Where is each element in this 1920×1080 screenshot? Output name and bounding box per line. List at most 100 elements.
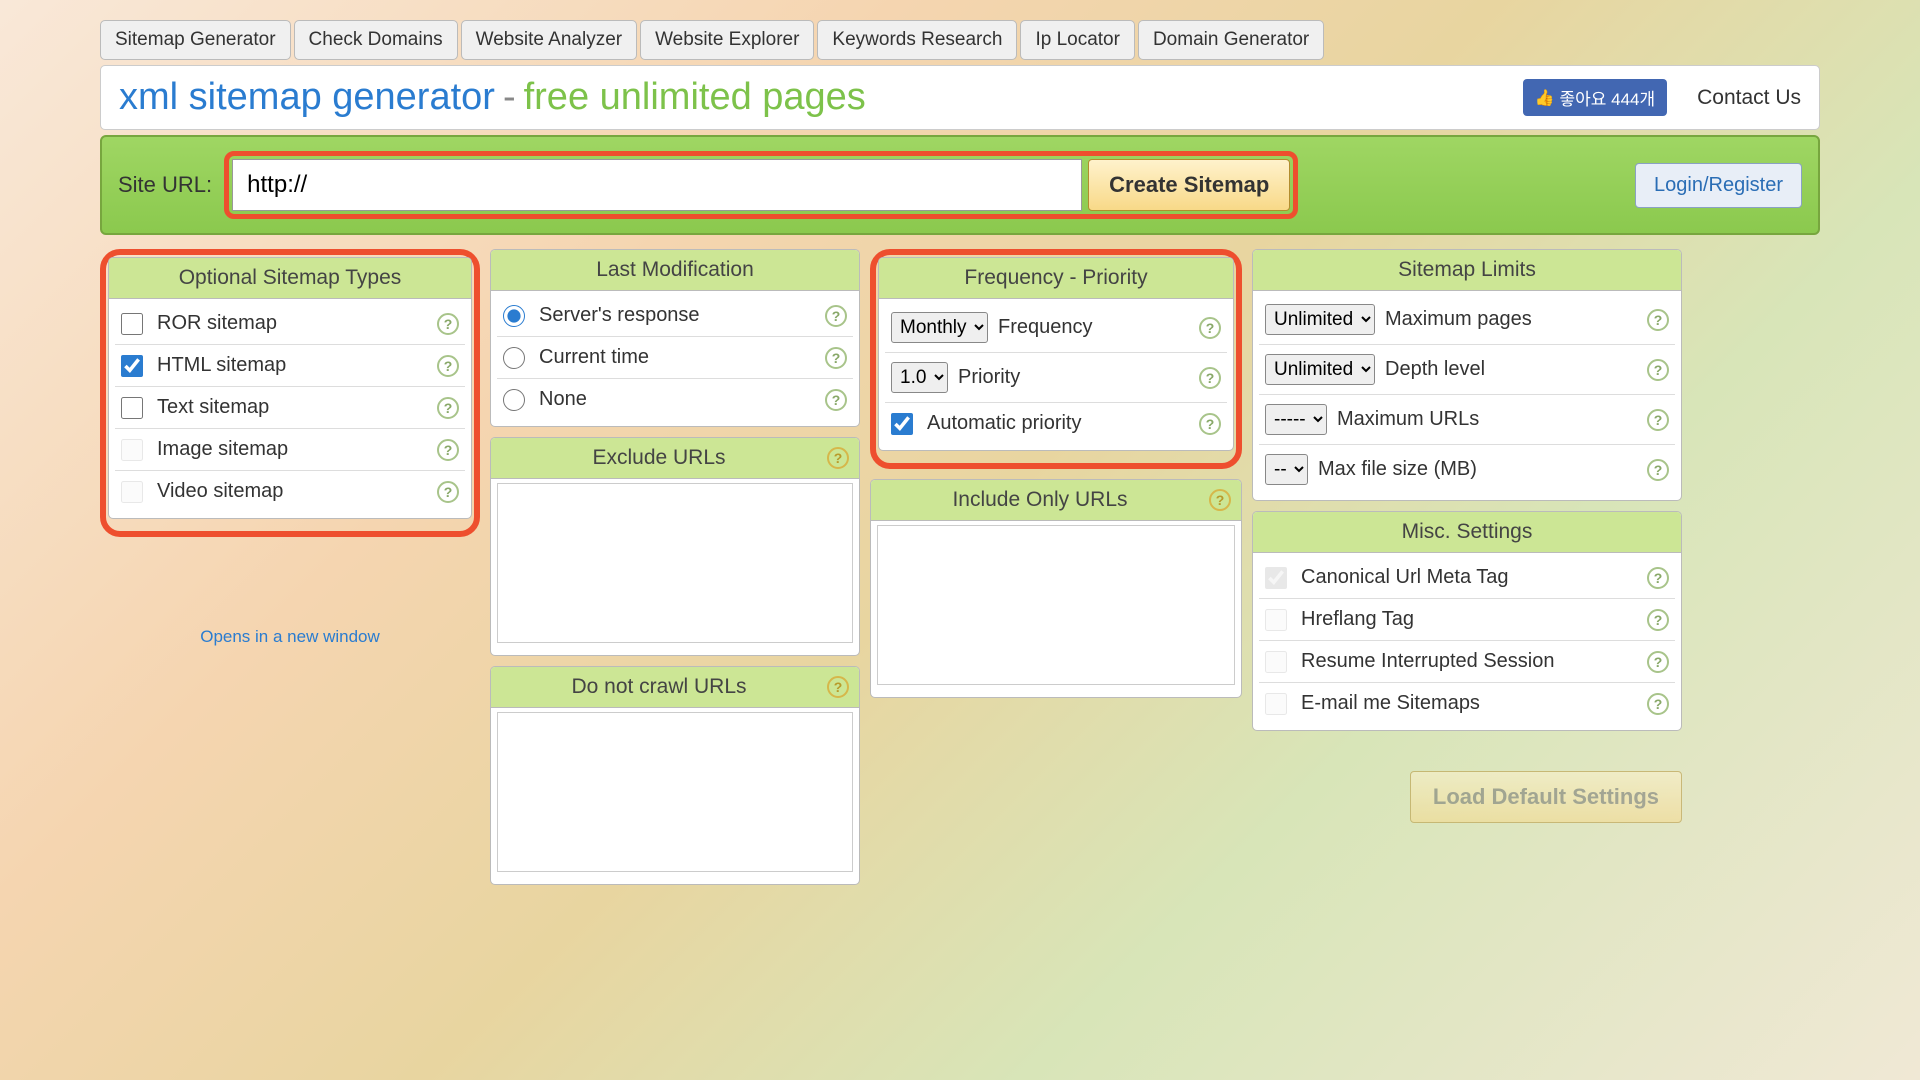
nav-tab-website-analyzer[interactable]: Website Analyzer	[461, 20, 637, 60]
misc-header: Misc. Settings	[1253, 512, 1681, 553]
help-icon[interactable]: ?	[1647, 609, 1669, 631]
do-not-crawl-panel: Do not crawl URLs ?	[490, 666, 860, 885]
lastmod-none: None ?	[497, 379, 853, 420]
image-sitemap-checkbox[interactable]	[121, 439, 143, 461]
url-input-highlight: Create Sitemap	[224, 151, 1298, 219]
html-sitemap-checkbox[interactable]	[121, 355, 143, 377]
title-part-1: xml sitemap generator	[119, 76, 495, 119]
url-bar: Site URL: Create Sitemap Login/Register	[100, 135, 1820, 235]
help-icon[interactable]: ?	[1647, 459, 1669, 481]
facebook-like-button[interactable]: 👍 좋아요 444개	[1523, 79, 1668, 116]
help-icon[interactable]: ?	[437, 355, 459, 377]
include-urls-textarea[interactable]	[877, 525, 1235, 685]
help-icon[interactable]: ?	[1209, 489, 1231, 511]
help-icon[interactable]: ?	[1647, 309, 1669, 331]
login-register-button[interactable]: Login/Register	[1635, 163, 1802, 208]
resume-checkbox[interactable]	[1265, 651, 1287, 673]
help-icon[interactable]: ?	[827, 447, 849, 469]
auto-priority-checkbox[interactable]	[891, 413, 913, 435]
ror-sitemap-checkbox[interactable]	[121, 313, 143, 335]
max-urls-select[interactable]: -----	[1265, 404, 1327, 435]
priority-row: 1.0 Priority ?	[885, 353, 1227, 403]
site-url-input[interactable]	[232, 159, 1082, 211]
nav-tab-keywords-research[interactable]: Keywords Research	[817, 20, 1017, 60]
freq-header: Frequency - Priority	[879, 258, 1233, 299]
help-icon[interactable]: ?	[437, 481, 459, 503]
last-modification-panel: Last Modification Server's response ? Cu…	[490, 249, 860, 427]
optional-types-highlight: Optional Sitemap Types ROR sitemap ? HTM…	[100, 249, 480, 537]
nav-tab-ip-locator[interactable]: Ip Locator	[1020, 20, 1135, 60]
limits-header: Sitemap Limits	[1253, 250, 1681, 291]
help-icon[interactable]: ?	[825, 347, 847, 369]
help-icon[interactable]: ?	[827, 676, 849, 698]
include-header: Include Only URLs ?	[871, 480, 1241, 521]
include-title: Include Only URLs	[952, 488, 1127, 511]
help-icon[interactable]: ?	[1647, 409, 1669, 431]
max-filesize-select[interactable]: --	[1265, 454, 1308, 485]
donotcrawl-title: Do not crawl URLs	[571, 675, 746, 698]
nav-tab-check-domains[interactable]: Check Domains	[294, 20, 458, 60]
help-icon[interactable]: ?	[437, 313, 459, 335]
help-icon[interactable]: ?	[1199, 317, 1221, 339]
thumb-up-icon: 👍	[1535, 88, 1555, 108]
lastmod-server-label: Server's response	[539, 304, 825, 327]
option-html-sitemap: HTML sitemap ?	[115, 345, 465, 387]
hreflang-label: Hreflang Tag	[1301, 608, 1647, 631]
email-row: E-mail me Sitemaps ?	[1259, 683, 1675, 724]
contact-us-link[interactable]: Contact Us	[1697, 86, 1801, 110]
max-urls-row: ----- Maximum URLs ?	[1259, 395, 1675, 445]
canonical-checkbox[interactable]	[1265, 567, 1287, 589]
depth-level-label: Depth level	[1385, 358, 1647, 381]
nav-tab-domain-generator[interactable]: Domain Generator	[1138, 20, 1324, 60]
exclude-urls-textarea[interactable]	[497, 483, 853, 643]
email-label: E-mail me Sitemaps	[1301, 692, 1647, 715]
option-video-sitemap: Video sitemap ?	[115, 471, 465, 512]
frequency-select[interactable]: Monthly	[891, 312, 988, 343]
help-icon[interactable]: ?	[437, 439, 459, 461]
help-icon[interactable]: ?	[1647, 693, 1669, 715]
page-title: xml sitemap generator - free unlimited p…	[119, 76, 866, 119]
help-icon[interactable]: ?	[825, 389, 847, 411]
auto-priority-row: Automatic priority ?	[885, 403, 1227, 444]
donotcrawl-textarea[interactable]	[497, 712, 853, 872]
lastmod-header: Last Modification	[491, 250, 859, 291]
depth-level-row: Unlimited Depth level ?	[1259, 345, 1675, 395]
email-checkbox[interactable]	[1265, 693, 1287, 715]
auto-priority-label: Automatic priority	[927, 412, 1199, 435]
help-icon[interactable]: ?	[1199, 367, 1221, 389]
text-sitemap-checkbox[interactable]	[121, 397, 143, 419]
max-pages-row: Unlimited Maximum pages ?	[1259, 295, 1675, 345]
max-filesize-row: -- Max file size (MB) ?	[1259, 445, 1675, 494]
hreflang-checkbox[interactable]	[1265, 609, 1287, 631]
canonical-label: Canonical Url Meta Tag	[1301, 566, 1647, 589]
help-icon[interactable]: ?	[1647, 651, 1669, 673]
help-icon[interactable]: ?	[1199, 413, 1221, 435]
max-pages-select[interactable]: Unlimited	[1265, 304, 1375, 335]
load-default-settings-button[interactable]: Load Default Settings	[1410, 771, 1682, 823]
help-icon[interactable]: ?	[825, 305, 847, 327]
help-icon[interactable]: ?	[1647, 359, 1669, 381]
ror-sitemap-label: ROR sitemap	[157, 312, 437, 335]
option-text-sitemap: Text sitemap ?	[115, 387, 465, 429]
create-sitemap-button[interactable]: Create Sitemap	[1088, 159, 1290, 211]
lastmod-current-radio[interactable]	[503, 347, 525, 369]
nav-tab-website-explorer[interactable]: Website Explorer	[640, 20, 814, 60]
priority-select[interactable]: 1.0	[891, 362, 948, 393]
exclude-urls-panel: Exclude URLs ?	[490, 437, 860, 656]
max-pages-label: Maximum pages	[1385, 308, 1647, 331]
lastmod-none-radio[interactable]	[503, 389, 525, 411]
canonical-row: Canonical Url Meta Tag ?	[1259, 557, 1675, 599]
misc-settings-panel: Misc. Settings Canonical Url Meta Tag ? …	[1252, 511, 1682, 731]
depth-level-select[interactable]: Unlimited	[1265, 354, 1375, 385]
video-sitemap-checkbox[interactable]	[121, 481, 143, 503]
nav-tabs: Sitemap Generator Check Domains Website …	[100, 20, 1820, 60]
help-icon[interactable]: ?	[437, 397, 459, 419]
lastmod-server-radio[interactable]	[503, 305, 525, 327]
opens-new-window-link[interactable]: Opens in a new window	[100, 627, 480, 647]
frequency-row: Monthly Frequency ?	[885, 303, 1227, 353]
video-sitemap-label: Video sitemap	[157, 480, 437, 503]
resume-label: Resume Interrupted Session	[1301, 650, 1647, 673]
help-icon[interactable]: ?	[1647, 567, 1669, 589]
nav-tab-sitemap-generator[interactable]: Sitemap Generator	[100, 20, 291, 60]
sitemap-limits-panel: Sitemap Limits Unlimited Maximum pages ?…	[1252, 249, 1682, 501]
